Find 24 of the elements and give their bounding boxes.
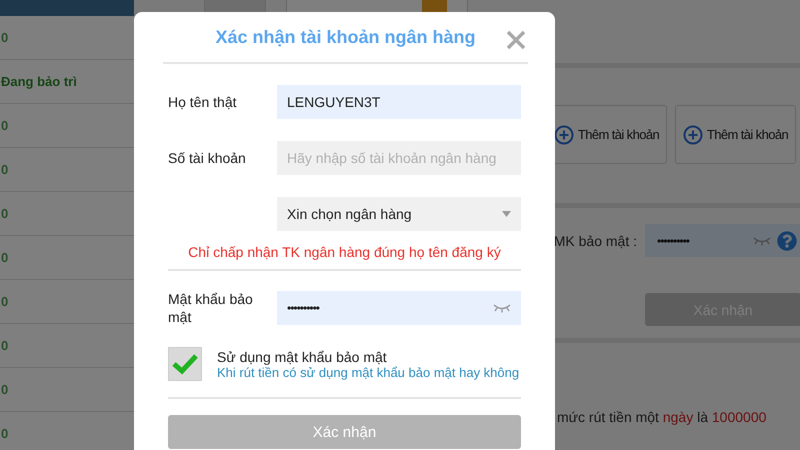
checkbox[interactable] [168, 347, 202, 381]
checkbox-label: Sử dụng mật khẩu bảo mật [217, 348, 388, 364]
closed-eye-icon[interactable] [753, 236, 771, 246]
field-label: Họ tên thật [168, 93, 238, 111]
help-icon[interactable] [777, 230, 797, 250]
plus-circle-icon [682, 124, 703, 144]
field-label: MK bảo mật : [554, 232, 637, 248]
caret-icon [502, 211, 511, 217]
closed-eye-icon[interactable] [493, 303, 511, 313]
bank-select[interactable]: Xin chọn ngân hàng [277, 197, 521, 231]
notice-text: Chỉ chấp nhận TK ngân hàng đúng họ tên đăng ký [187, 244, 502, 260]
add-account-button[interactable]: Thêm tài khoản [675, 105, 796, 164]
dialog-title: Xác nhận tài khoản ngân hàng [215, 26, 476, 48]
close-icon[interactable] [506, 30, 526, 50]
password-field[interactable]: •••••••••• [645, 224, 800, 257]
field-label: Mật khẩu bảo mật [168, 290, 254, 326]
limit-note: mức rút tiền một ngày là 1000000 [557, 409, 766, 425]
name-field[interactable]: LENGUYEN3T [277, 85, 521, 119]
plus-circle-icon [554, 124, 574, 144]
account-number-field[interactable]: Hãy nhập số tài khoản ngân hàng [277, 141, 521, 175]
password-field[interactable]: •••••••••• [277, 291, 521, 325]
hint-text: Khi rút tiền có sử dụng mật khẩu bảo mật hay không [217, 364, 520, 380]
field-label: Số tài khoản [168, 149, 247, 167]
check-icon [171, 353, 199, 375]
